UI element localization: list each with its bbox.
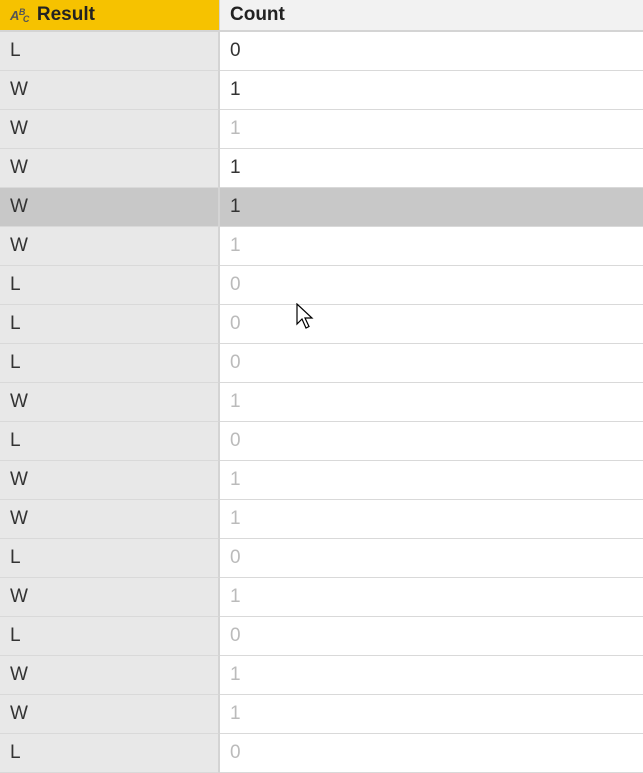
table-cell-count[interactable]: 0 [220,539,643,578]
table-cell-result[interactable]: W [0,656,219,695]
table-cell-result[interactable]: W [0,71,219,110]
table-cell-count[interactable]: 1 [220,695,643,734]
table-cell-result[interactable]: L [0,344,219,383]
table-cell-count[interactable]: 0 [220,344,643,383]
column-header-label: Count [230,4,285,26]
table-cell-count[interactable]: 1 [220,500,643,539]
table-cell-result[interactable]: W [0,578,219,617]
table-cell-result[interactable]: W [0,188,219,227]
table-cell-result[interactable]: W [0,461,219,500]
table-cell-result[interactable]: L [0,422,219,461]
table-cell-count[interactable]: 0 [220,305,643,344]
table-cell-count[interactable]: 0 [220,422,643,461]
table-cell-result[interactable]: L [0,305,219,344]
table-cell-count[interactable]: 0 [220,617,643,656]
table-cell-count[interactable]: 1 [220,578,643,617]
column-header-count[interactable]: Count [220,0,643,32]
table-cell-result[interactable]: W [0,149,219,188]
column-result: ABC Result LWWWWWLLLWLWWLWLWWL [0,0,220,773]
table-cell-count[interactable]: 0 [220,734,643,773]
table-cell-count[interactable]: 1 [220,461,643,500]
table-cell-count[interactable]: 1 [220,149,643,188]
table-cell-count[interactable]: 1 [220,71,643,110]
data-table: ABC Result LWWWWWLLLWLWWLWLWWL Count 011… [0,0,643,773]
table-cell-result[interactable]: W [0,227,219,266]
table-cell-result[interactable]: L [0,266,219,305]
table-cell-count[interactable]: 0 [220,32,643,71]
table-cell-count[interactable]: 1 [220,110,643,149]
table-cell-result[interactable]: L [0,539,219,578]
table-cell-result[interactable]: W [0,110,219,149]
table-cell-result[interactable]: W [0,500,219,539]
table-cell-count[interactable]: 1 [220,227,643,266]
table-cell-result[interactable]: W [0,383,219,422]
table-cell-result[interactable]: L [0,617,219,656]
table-cell-count[interactable]: 0 [220,266,643,305]
table-cell-result[interactable]: L [0,734,219,773]
table-cell-result[interactable]: W [0,695,219,734]
column-count: Count 0111110001011010110 [220,0,643,773]
table-cell-count[interactable]: 1 [220,188,643,227]
table-cell-result[interactable]: L [0,32,219,71]
table-cell-count[interactable]: 1 [220,383,643,422]
column-header-result[interactable]: ABC Result [0,0,219,32]
text-type-icon: ABC [10,8,29,23]
table-cell-count[interactable]: 1 [220,656,643,695]
column-header-label: Result [37,4,95,26]
